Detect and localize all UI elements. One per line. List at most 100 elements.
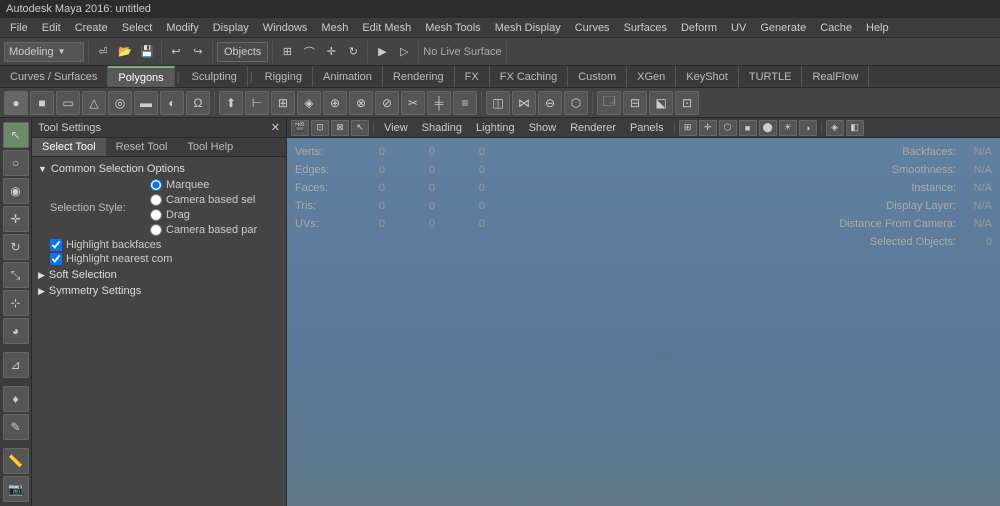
combine-icon[interactable]: ⊗ (349, 91, 373, 115)
split-poly-icon[interactable]: ✂ (401, 91, 425, 115)
mirror-icon[interactable]: ⋈ (512, 91, 536, 115)
camera-icon[interactable]: 📷 (3, 476, 29, 502)
menu-mesh-display[interactable]: Mesh Display (489, 20, 567, 36)
poly-plane-icon[interactable]: ▬ (134, 91, 158, 115)
menu-surfaces[interactable]: Surfaces (618, 20, 673, 36)
vp-menu-view[interactable]: View (378, 120, 414, 136)
vp-hud-icon[interactable]: ◧ (846, 120, 864, 136)
poly-cube-icon[interactable]: ■ (30, 91, 54, 115)
tab-xgen[interactable]: XGen (627, 66, 676, 87)
menu-select[interactable]: Select (116, 20, 159, 36)
menu-mesh-tools[interactable]: Mesh Tools (419, 20, 486, 36)
mirror-cut-icon[interactable]: ◫ (486, 91, 510, 115)
menu-file[interactable]: File (4, 20, 34, 36)
vp-shadows-icon[interactable]: ◑ (799, 120, 817, 136)
vp-wireframe-icon[interactable]: ⬡ (719, 120, 737, 136)
rotate-tool-icon[interactable]: ↻ (3, 234, 29, 260)
uv-map-icon[interactable]: ⊡ (675, 91, 699, 115)
vp-select-icon[interactable]: ↖ (351, 120, 369, 136)
menu-deform[interactable]: Deform (675, 20, 723, 36)
select-tool-icon[interactable]: ↖ (3, 122, 29, 148)
tab-rigging[interactable]: Rigging (255, 66, 313, 87)
checkbox-highlight-nearest[interactable]: Highlight nearest com (38, 253, 280, 265)
show-manipulator-icon[interactable]: ⊿ (3, 352, 29, 378)
scale-tool-icon[interactable]: ⤡ (3, 262, 29, 288)
save-file-icon[interactable]: 💾 (137, 42, 157, 62)
soft-selection-header[interactable]: ▶ Soft Selection (38, 269, 280, 281)
merge-icon[interactable]: ⊕ (323, 91, 347, 115)
bridge-icon[interactable]: ⊢ (245, 91, 269, 115)
common-selection-section-header[interactable]: ▼ Common Selection Options (38, 163, 280, 175)
vp-menu-panels[interactable]: Panels (624, 120, 670, 136)
tab-animation[interactable]: Animation (313, 66, 383, 87)
radio-camera-based-sel-input[interactable] (150, 194, 162, 206)
menu-generate[interactable]: Generate (754, 20, 812, 36)
ipr-render-icon[interactable]: ▷ (394, 42, 414, 62)
tab-custom[interactable]: Custom (568, 66, 627, 87)
tab-turtle[interactable]: TURTLE (739, 66, 803, 87)
boolean-icon[interactable]: ⊖ (538, 91, 562, 115)
paint-select-icon[interactable]: ◉ (3, 178, 29, 204)
tab-fx[interactable]: FX (455, 66, 490, 87)
radio-camera-based-sel[interactable]: Camera based sel (150, 194, 257, 206)
move-icon[interactable]: ✛ (321, 42, 341, 62)
tab-sculpting[interactable]: Sculpting (182, 66, 248, 87)
insert-edge-loop-icon[interactable]: ╪ (427, 91, 451, 115)
vp-menu-shading[interactable]: Shading (416, 120, 468, 136)
ts-tab-select-tool[interactable]: Select Tool (32, 138, 106, 156)
checkbox-highlight-nearest-input[interactable] (50, 253, 62, 265)
vp-isolate-icon[interactable]: ◈ (826, 120, 844, 136)
tab-fx-caching[interactable]: FX Caching (490, 66, 568, 87)
ts-tab-tool-help[interactable]: Tool Help (177, 138, 243, 156)
tab-realflow[interactable]: RealFlow (802, 66, 869, 87)
vp-shaded-icon[interactable]: ■ (739, 120, 757, 136)
vp-menu-renderer[interactable]: Renderer (564, 120, 622, 136)
vp-camera-icon[interactable]: 🎬 (291, 120, 309, 136)
tab-rendering[interactable]: Rendering (383, 66, 455, 87)
paint-skin-icon[interactable]: ♦ (3, 386, 29, 412)
uv-layout-icon[interactable]: ⊟ (623, 91, 647, 115)
menu-modify[interactable]: Modify (160, 20, 204, 36)
lasso-icon[interactable]: ○ (3, 150, 29, 176)
radio-drag[interactable]: Drag (150, 209, 257, 221)
menu-create[interactable]: Create (69, 20, 114, 36)
undo-icon[interactable]: ↩ (166, 42, 186, 62)
uv-unfold-icon[interactable]: ⬕ (649, 91, 673, 115)
soft-mod-tool-icon[interactable]: ◕ (3, 318, 29, 344)
menu-curves[interactable]: Curves (569, 20, 616, 36)
vp-fit-icon[interactable]: ⊡ (311, 120, 329, 136)
rotate-icon[interactable]: ↻ (343, 42, 363, 62)
poly-torus-icon[interactable]: ◎ (108, 91, 132, 115)
menu-edit-mesh[interactable]: Edit Mesh (356, 20, 417, 36)
menu-display[interactable]: Display (207, 20, 255, 36)
checkbox-highlight-backfaces[interactable]: Highlight backfaces (38, 239, 280, 251)
radio-marquee-input[interactable] (150, 179, 162, 191)
menu-edit[interactable]: Edit (36, 20, 67, 36)
vp-lights-icon[interactable]: ☀ (779, 120, 797, 136)
vp-snap-icon[interactable]: ✛ (699, 120, 717, 136)
redo-icon[interactable]: ↪ (188, 42, 208, 62)
render-icon[interactable]: ▶ (372, 42, 392, 62)
radio-marquee[interactable]: Marquee (150, 179, 257, 191)
menu-cache[interactable]: Cache (814, 20, 858, 36)
radio-drag-input[interactable] (150, 209, 162, 221)
snap-grid-icon[interactable]: ⊞ (277, 42, 297, 62)
separate-icon[interactable]: ⊘ (375, 91, 399, 115)
vp-menu-show[interactable]: Show (523, 120, 563, 136)
viewport[interactable]: 🎬 ⊡ ⊠ ↖ View Shading Lighting Show Rende… (287, 118, 1000, 506)
menu-help[interactable]: Help (860, 20, 895, 36)
vp-textured-icon[interactable]: ⬤ (759, 120, 777, 136)
bevel-icon[interactable]: ◈ (297, 91, 321, 115)
snap-curve-icon[interactable]: ⌒ (299, 42, 319, 62)
vp-frame-all-icon[interactable]: ⊠ (331, 120, 349, 136)
poly-sphere-icon[interactable]: ● (4, 91, 28, 115)
move-tool-icon[interactable]: ✛ (3, 206, 29, 232)
append-poly-icon[interactable]: ⊞ (271, 91, 295, 115)
tab-keyshot[interactable]: KeyShot (676, 66, 739, 87)
uv-editor-icon[interactable]: 🗔 (597, 91, 621, 115)
menu-uv[interactable]: UV (725, 20, 752, 36)
tab-curves-surfaces[interactable]: Curves / Surfaces (0, 66, 108, 87)
ts-tab-reset-tool[interactable]: Reset Tool (106, 138, 178, 156)
open-file-icon[interactable]: 📂 (115, 42, 135, 62)
menu-windows[interactable]: Windows (257, 20, 314, 36)
